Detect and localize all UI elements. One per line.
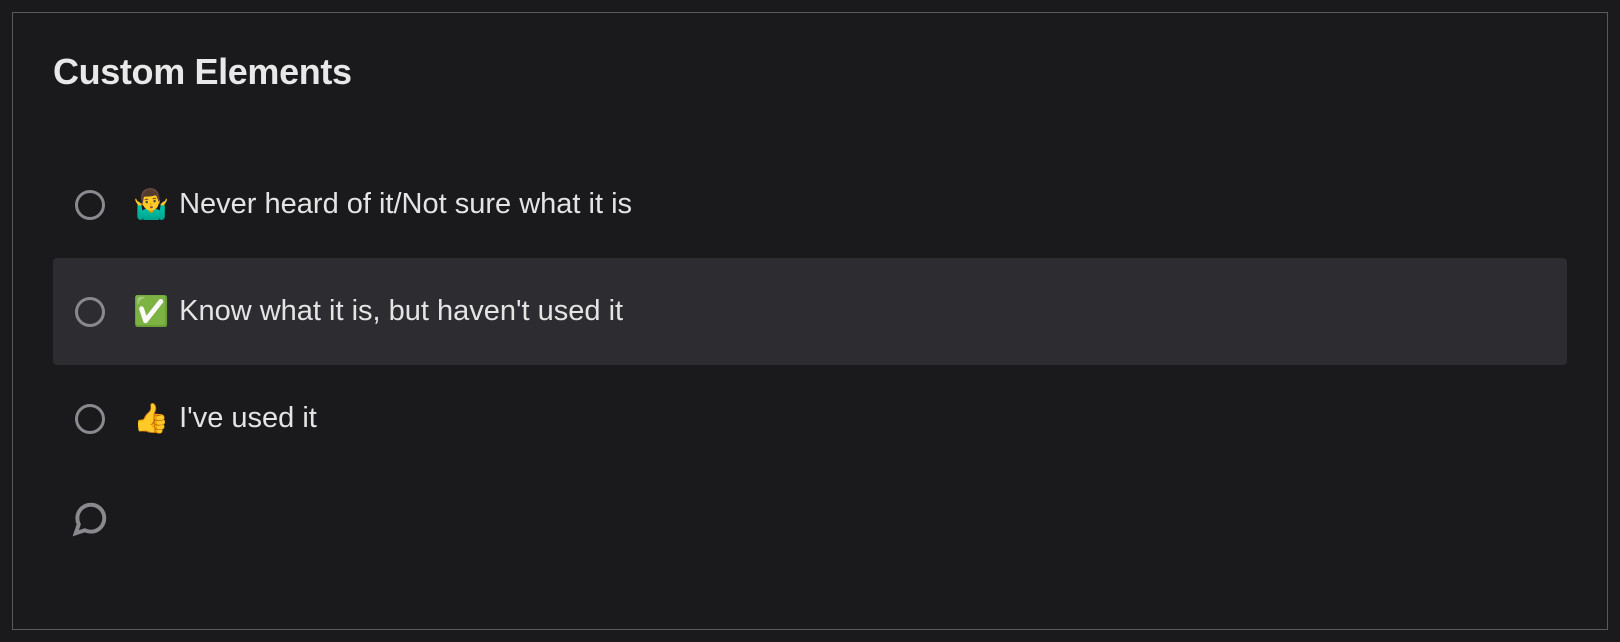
survey-question-panel: Custom Elements 🤷‍♂️ Never heard of it/N… <box>12 12 1608 630</box>
shrug-emoji: 🤷‍♂️ <box>133 188 169 222</box>
option-text: Know what it is, but haven't used it <box>179 295 623 328</box>
comment-icon <box>71 500 109 538</box>
option-used-it[interactable]: 👍 I've used it <box>53 365 1567 472</box>
radio-icon[interactable] <box>75 190 105 220</box>
option-text: Never heard of it/Not sure what it is <box>179 188 632 221</box>
option-text: I've used it <box>179 402 317 435</box>
option-never-heard[interactable]: 🤷‍♂️ Never heard of it/Not sure what it … <box>53 151 1567 258</box>
option-label: 🤷‍♂️ Never heard of it/Not sure what it … <box>133 188 632 222</box>
option-label: ✅ Know what it is, but haven't used it <box>133 295 623 329</box>
option-label: 👍 I've used it <box>133 402 317 436</box>
thumbs-up-emoji: 👍 <box>133 402 169 436</box>
radio-icon[interactable] <box>75 297 105 327</box>
options-list: 🤷‍♂️ Never heard of it/Not sure what it … <box>53 151 1567 472</box>
comment-button[interactable] <box>53 500 1567 543</box>
question-title: Custom Elements <box>53 51 1567 93</box>
check-emoji: ✅ <box>133 295 169 329</box>
radio-icon[interactable] <box>75 404 105 434</box>
option-know-not-used[interactable]: ✅ Know what it is, but haven't used it <box>53 258 1567 365</box>
